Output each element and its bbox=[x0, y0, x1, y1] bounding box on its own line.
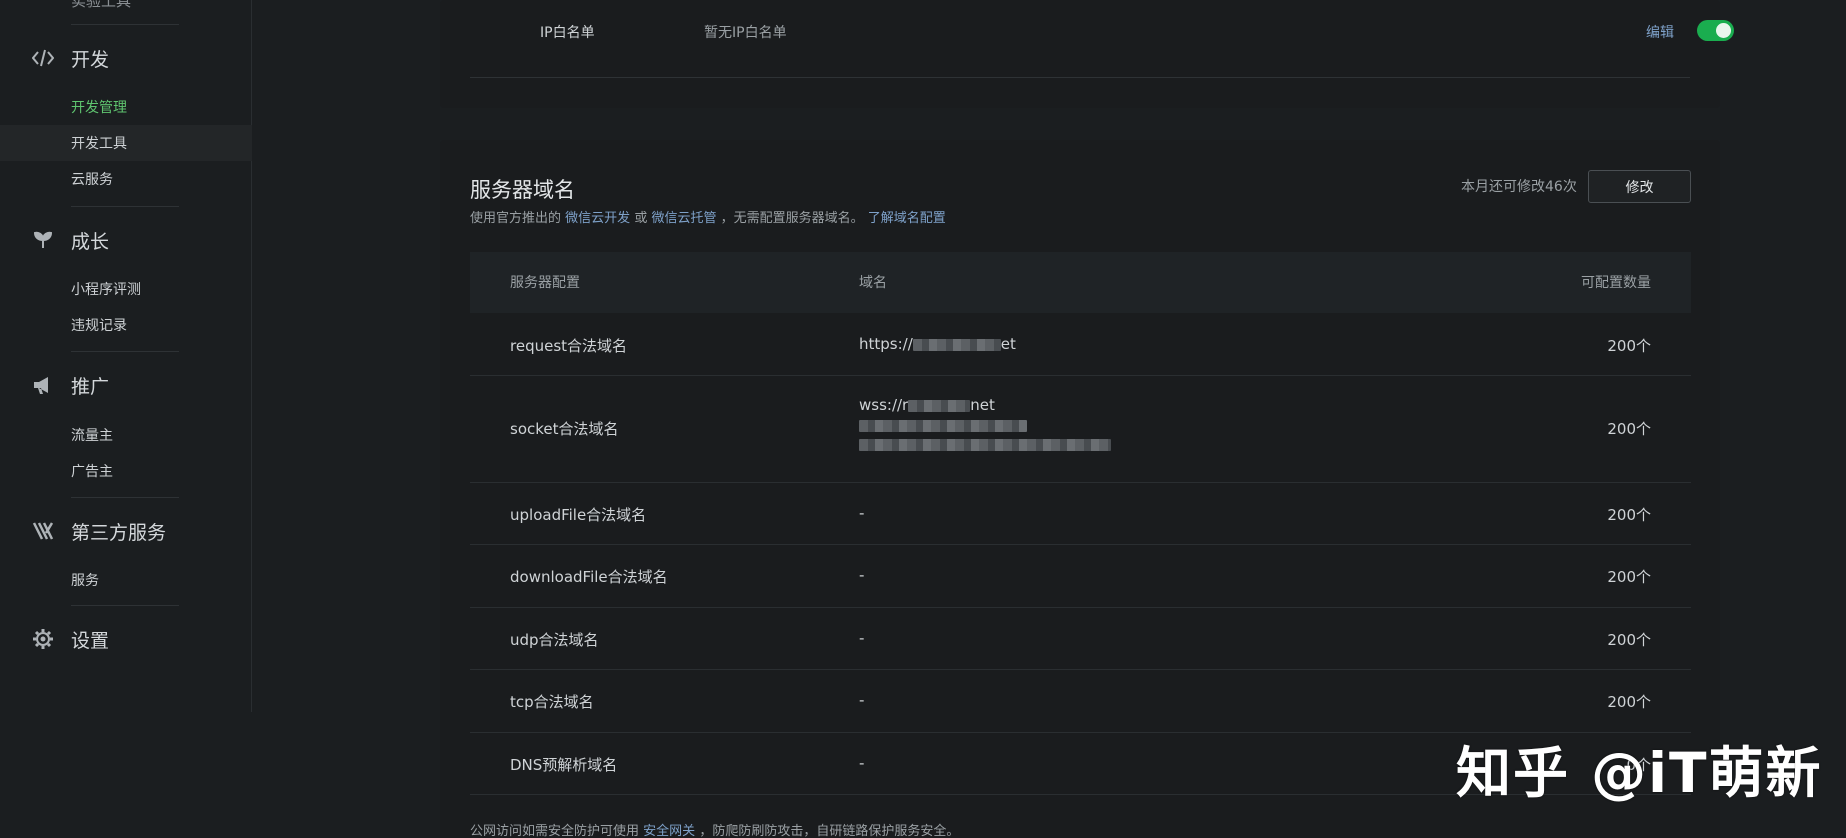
row-domain: - bbox=[859, 691, 865, 709]
table-row: downloadFile合法域名 - 200个 bbox=[470, 545, 1691, 608]
sidebar-item-violations[interactable]: 违规记录 bbox=[0, 307, 252, 343]
sidebar-section-third-party[interactable]: 第三方服务 bbox=[0, 514, 252, 548]
toggle-knob bbox=[1716, 23, 1731, 38]
ip-whitelist-edit-link[interactable]: 编辑 bbox=[1646, 22, 1674, 42]
column-header-domain: 域名 bbox=[859, 275, 887, 291]
footer-note: 公网访问如需安全防护可使用 安全网关 ，防爬防刷防攻击，自研链路保护服务安全。 bbox=[470, 820, 959, 838]
sidebar-section-settings[interactable]: 设置 bbox=[0, 622, 252, 656]
row-count: 200个 bbox=[1607, 506, 1651, 524]
table-row: uploadFile合法域名 - 200个 bbox=[470, 483, 1691, 545]
row-domain: - bbox=[859, 504, 865, 522]
ip-whitelist-card: IP白名单 暂无IP白名单 编辑 bbox=[440, 0, 1734, 108]
row-domain: - bbox=[859, 754, 865, 772]
redacted-blur bbox=[912, 338, 1001, 351]
row-domain: - bbox=[859, 566, 865, 584]
sidebar-section-promotion[interactable]: 推广 bbox=[0, 368, 252, 402]
row-config-name: tcp合法域名 bbox=[510, 693, 594, 711]
row-config-name: DNS预解析域名 bbox=[510, 756, 618, 774]
security-gateway-link[interactable]: 安全网关 bbox=[643, 824, 695, 838]
row-count: 200个 bbox=[1607, 693, 1651, 711]
sidebar-section-label: 第三方服务 bbox=[71, 521, 167, 544]
domain-table: 服务器配置 域名 可配置数量 request合法域名 https:// et 20… bbox=[470, 252, 1691, 795]
watermark: 知乎 @iT萌新 bbox=[1456, 741, 1823, 805]
sidebar-cut-label[interactable]: 实验工具 bbox=[71, 0, 131, 11]
sidebar-section-dev[interactable]: 开发 bbox=[0, 41, 252, 75]
desc-or: 或 bbox=[634, 211, 648, 226]
table-row: udp合法域名 - 200个 bbox=[470, 608, 1691, 670]
desc-prefix: 使用官方推出的 bbox=[470, 211, 562, 226]
gear-icon bbox=[31, 627, 55, 651]
column-header-config: 服务器配置 bbox=[510, 275, 580, 291]
modify-quota-text: 本月还可修改46次 bbox=[1461, 179, 1577, 195]
wechat-cloud-dev-link[interactable]: 微信云开发 bbox=[565, 211, 630, 226]
section-title: 服务器域名 bbox=[470, 178, 575, 202]
domain-text: wss://r bbox=[859, 396, 909, 414]
ip-whitelist-toggle[interactable] bbox=[1697, 20, 1734, 41]
sidebar-section-label: 推广 bbox=[71, 375, 110, 398]
sidebar-divider bbox=[71, 497, 179, 498]
sidebar: 实验工具 开发 开发管理 开发工具 云服务 成长 小程序评测 违规记录 推广 流… bbox=[0, 0, 252, 712]
column-header-count: 可配置数量 bbox=[1581, 275, 1651, 291]
sprout-icon bbox=[31, 228, 55, 252]
sidebar-section-growth[interactable]: 成长 bbox=[0, 223, 252, 257]
sidebar-item-dev-tools[interactable]: 开发工具 bbox=[0, 125, 252, 161]
row-config-name: request合法域名 bbox=[510, 337, 628, 355]
third-party-icon bbox=[31, 519, 55, 543]
sidebar-item-advertiser[interactable]: 广告主 bbox=[0, 453, 252, 489]
redacted-blur bbox=[859, 438, 1111, 451]
sidebar-item-services[interactable]: 服务 bbox=[0, 562, 252, 598]
sidebar-section-label: 开发 bbox=[71, 48, 110, 71]
row-count: 200个 bbox=[1607, 420, 1651, 438]
learn-domain-config-link[interactable]: 了解域名配置 bbox=[868, 211, 946, 226]
row-domain: wss://r net bbox=[859, 396, 1111, 451]
row-config-name: socket合法域名 bbox=[510, 420, 619, 438]
sidebar-divider bbox=[71, 24, 179, 25]
row-config-name: uploadFile合法域名 bbox=[510, 506, 647, 524]
sidebar-divider bbox=[71, 605, 179, 606]
desc-suffix: ，无需配置服务器域名。 bbox=[720, 211, 864, 226]
sidebar-item-dev-manage[interactable]: 开发管理 bbox=[0, 89, 252, 125]
table-row: tcp合法域名 - 200个 bbox=[470, 670, 1691, 733]
redacted-blur bbox=[908, 399, 971, 412]
table-header: 服务器配置 域名 可配置数量 bbox=[470, 252, 1691, 313]
domain-tail: et bbox=[1000, 335, 1016, 353]
modify-button[interactable]: 修改 bbox=[1588, 170, 1691, 203]
sidebar-divider bbox=[71, 351, 179, 352]
footer-prefix: 公网访问如需安全防护可使用 bbox=[470, 824, 640, 838]
wechat-cloud-hosting-link[interactable]: 微信云托管 bbox=[651, 211, 716, 226]
ip-whitelist-label: IP白名单 bbox=[540, 25, 595, 41]
sidebar-section-label: 设置 bbox=[71, 629, 110, 652]
row-count: 200个 bbox=[1607, 568, 1651, 586]
row-domain: - bbox=[859, 629, 865, 647]
row-config-name: downloadFile合法域名 bbox=[510, 568, 668, 586]
ip-whitelist-value: 暂无IP白名单 bbox=[704, 25, 787, 41]
domain-tail: net bbox=[970, 396, 995, 414]
section-description: 使用官方推出的 微信云开发 或 微信云托管 ，无需配置服务器域名。 了解域名配置 bbox=[470, 207, 946, 226]
sidebar-section-label: 成长 bbox=[71, 230, 110, 253]
sidebar-item-review[interactable]: 小程序评测 bbox=[0, 271, 252, 307]
row-config-name: udp合法域名 bbox=[510, 631, 599, 649]
sidebar-item-traffic-owner[interactable]: 流量主 bbox=[0, 417, 252, 453]
ip-whitelist-row: IP白名单 暂无IP白名单 编辑 bbox=[470, 0, 1734, 78]
sidebar-divider bbox=[71, 206, 179, 207]
code-icon bbox=[31, 46, 55, 70]
footer-suffix: ，防爬防刷防攻击，自研链路保护服务安全。 bbox=[699, 824, 960, 838]
domain-text: https:// bbox=[859, 335, 913, 353]
row-count: 200个 bbox=[1607, 337, 1651, 355]
sidebar-item-cloud[interactable]: 云服务 bbox=[0, 161, 252, 197]
megaphone-icon bbox=[31, 373, 55, 397]
row-domain: https:// et bbox=[859, 335, 1016, 353]
row-count: 200个 bbox=[1607, 631, 1651, 649]
table-row: request合法域名 https:// et 200个 bbox=[470, 313, 1691, 376]
redacted-blur bbox=[859, 419, 1027, 432]
table-row: socket合法域名 wss://r net 200个 bbox=[470, 376, 1691, 483]
